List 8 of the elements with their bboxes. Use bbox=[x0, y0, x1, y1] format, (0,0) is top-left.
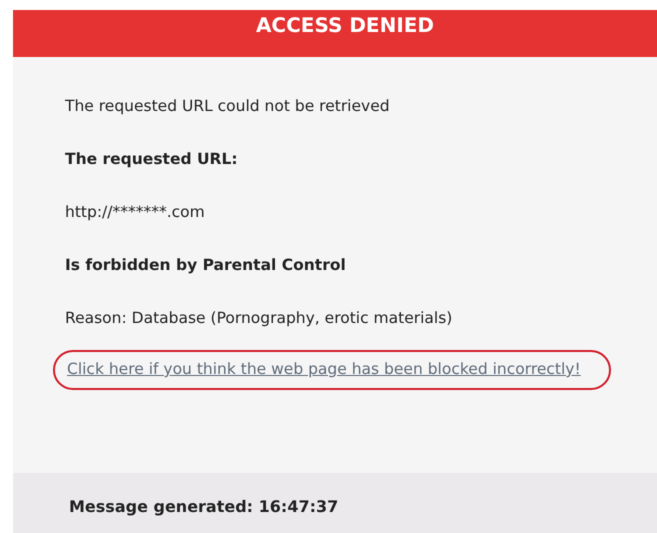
block-verdict: Is forbidden by Parental Control bbox=[65, 256, 347, 275]
url-label: The requested URL: bbox=[65, 150, 239, 169]
block-reason: Reason: Database (Pornography, erotic materials) bbox=[65, 309, 454, 328]
report-link[interactable]: Click here if you think the web page has been blocked incorrectly! bbox=[67, 360, 581, 378]
error-message: The requested URL could not be retrieved bbox=[65, 97, 391, 116]
generated-time: Message generated: 16:47:37 bbox=[69, 497, 338, 516]
blocked-url: http://*******.com bbox=[65, 203, 206, 222]
page-title: ACCESS DENIED bbox=[254, 12, 434, 38]
